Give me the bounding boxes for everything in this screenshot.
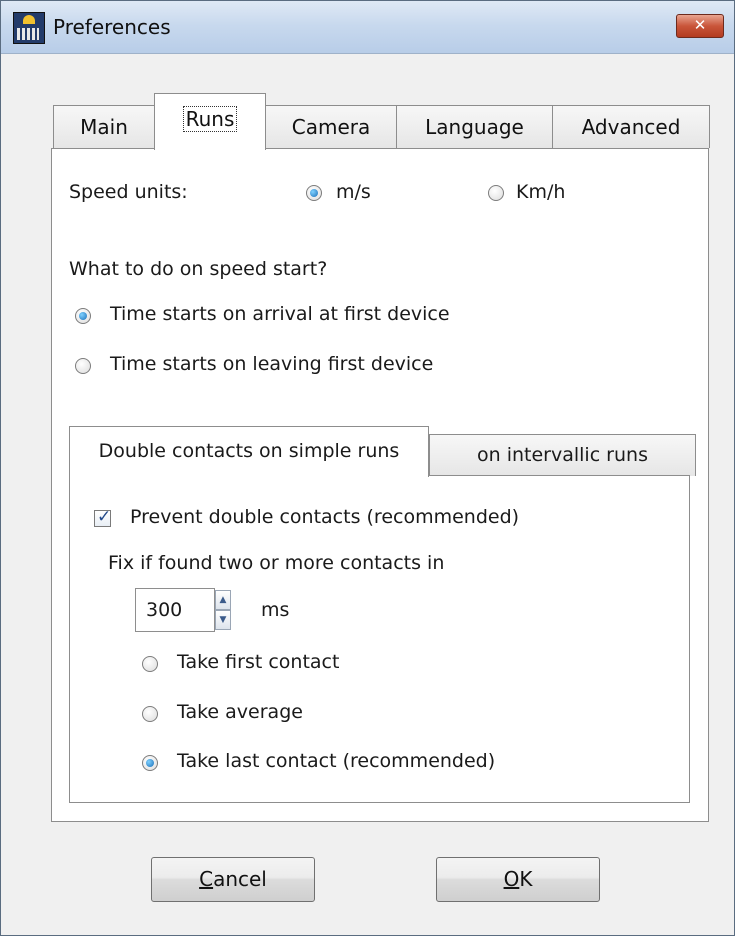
tab-intervallic-runs[interactable]: on intervallic runs <box>429 434 696 476</box>
preferences-window: Preferences ✕ Main Runs Camera Language … <box>0 0 735 936</box>
speed-units-kmh-radio[interactable] <box>488 185 504 201</box>
tab-simple-runs[interactable]: Double contacts on simple runs <box>69 426 429 477</box>
take-first-contact-radio[interactable] <box>142 656 158 672</box>
double-contacts-tab-bar: Double contacts on simple runs on interv… <box>69 426 696 477</box>
take-last-contact-radio[interactable] <box>142 755 158 771</box>
checkmark-icon: ✓ <box>97 507 112 527</box>
time-arrival-label[interactable]: Time starts on arrival at first device <box>110 303 450 325</box>
fix-threshold-label: Fix if found two or more contacts in <box>108 552 445 574</box>
time-arrival-radio[interactable] <box>75 308 91 324</box>
speed-units-ms-radio[interactable] <box>306 185 322 201</box>
close-button[interactable]: ✕ <box>676 14 724 38</box>
speed-start-question: What to do on speed start? <box>69 258 328 280</box>
spin-down-icon[interactable]: ▼ <box>215 610 231 630</box>
speed-units-label: Speed units: <box>69 181 188 203</box>
take-last-contact-label[interactable]: Take last contact (recommended) <box>177 750 495 772</box>
window-title: Preferences <box>53 15 171 39</box>
tab-main[interactable]: Main <box>53 105 155 148</box>
app-icon <box>13 12 45 44</box>
close-icon: ✕ <box>693 16 707 34</box>
tab-language[interactable]: Language <box>396 105 553 148</box>
threshold-stepper[interactable]: ▲ ▼ <box>215 588 233 632</box>
time-leaving-radio[interactable] <box>75 358 91 374</box>
spin-up-icon[interactable]: ▲ <box>215 590 231 610</box>
tab-advanced[interactable]: Advanced <box>552 105 710 148</box>
take-first-contact-label[interactable]: Take first contact <box>177 651 339 673</box>
tab-runs[interactable]: Runs <box>154 93 266 150</box>
threshold-unit-label: ms <box>261 599 290 621</box>
tab-bar: Main Runs Camera Language Advanced <box>53 93 713 150</box>
tab-camera[interactable]: Camera <box>265 105 397 148</box>
cancel-button[interactable]: Cancel <box>151 857 315 902</box>
title-bar: Preferences ✕ <box>1 1 734 54</box>
prevent-double-contacts-label[interactable]: Prevent double contacts (recommended) <box>130 506 519 528</box>
prevent-double-contacts-checkbox[interactable]: ✓ <box>94 507 112 527</box>
threshold-input[interactable]: 300 <box>135 588 215 632</box>
take-average-radio[interactable] <box>142 706 158 722</box>
speed-units-kmh-label[interactable]: Km/h <box>516 181 565 203</box>
take-average-label[interactable]: Take average <box>177 701 303 723</box>
time-leaving-label[interactable]: Time starts on leaving first device <box>110 353 433 375</box>
ok-button[interactable]: OK <box>436 857 600 902</box>
speed-units-ms-label[interactable]: m/s <box>336 181 371 203</box>
